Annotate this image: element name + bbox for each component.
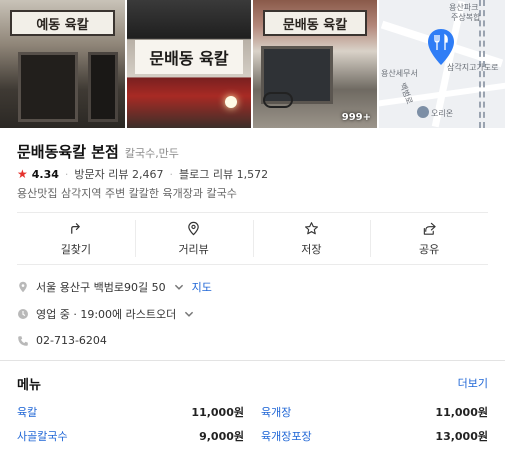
menu-item-name[interactable]: 사골칼국수 bbox=[17, 428, 68, 444]
directions-label: 길찾기 bbox=[60, 242, 92, 256]
separator-dot: · bbox=[169, 167, 174, 181]
phone-icon bbox=[18, 335, 28, 346]
clock-icon bbox=[18, 309, 28, 319]
map-poi-icon bbox=[417, 106, 429, 118]
hours-text: 영업 중 · 19:00에 라스트오더 bbox=[36, 308, 177, 321]
place-category: 칼국수,만두 bbox=[124, 147, 179, 160]
photo-gallery: 예동 육칼 문배동 육칼 문배동 육칼 999+ 용산파크 주상복합 삼각지고가… bbox=[0, 0, 505, 128]
store-door bbox=[88, 52, 118, 122]
menu-item-price: 11,000원 bbox=[435, 406, 488, 419]
storefront-photo-2[interactable]: 문배동 육칼 bbox=[127, 0, 251, 128]
restaurant-map-pin-icon bbox=[428, 29, 454, 65]
place-name: 문배동육칼 본점 bbox=[17, 143, 119, 161]
store-sign: 예동 육칼 bbox=[10, 10, 115, 36]
share-icon bbox=[423, 222, 436, 235]
save-label: 저장 bbox=[301, 242, 322, 256]
menu-item: 육개장포장 13,000원 bbox=[261, 428, 488, 444]
blog-reviews-link[interactable]: 블로그 리뷰 1,572 bbox=[179, 166, 268, 182]
streetview-button[interactable]: 거리뷰 bbox=[134, 213, 253, 264]
map-label: 용산세무서 bbox=[381, 69, 418, 78]
directions-icon bbox=[71, 222, 81, 234]
separator-dot: · bbox=[64, 167, 69, 181]
map-thumbnail[interactable]: 용산파크 주상복합 삼각지고가도로 용산세무서 백범로 오리온 bbox=[379, 0, 505, 128]
share-label: 공유 bbox=[419, 242, 440, 256]
menu-item-name[interactable]: 육칼 bbox=[17, 404, 37, 420]
phone-number[interactable]: 02-713-6204 bbox=[36, 334, 107, 347]
menu-item-price: 13,000원 bbox=[435, 430, 488, 443]
section-divider bbox=[0, 360, 505, 361]
rating-value: 4.34 bbox=[31, 167, 59, 181]
place-description: 용산맛집 삼각지역 주변 칼칼한 육개장과 칼국수 bbox=[17, 187, 237, 200]
divider bbox=[17, 264, 488, 265]
menu-more-link[interactable]: 더보기 bbox=[458, 375, 488, 391]
rating-star-icon: ★ bbox=[17, 167, 28, 181]
menu-item-price: 9,000원 bbox=[199, 430, 244, 443]
menu-item-price: 11,000원 bbox=[191, 406, 244, 419]
phone-row: 02-713-6204 bbox=[17, 334, 107, 347]
save-button[interactable]: 저장 bbox=[252, 213, 371, 264]
storefront-photo-1[interactable]: 예동 육칼 bbox=[0, 0, 125, 128]
directions-button[interactable]: 길찾기 bbox=[17, 213, 135, 264]
lamp bbox=[225, 96, 237, 108]
star-icon bbox=[304, 221, 318, 234]
map-label: 오리온 bbox=[431, 109, 454, 118]
streetview-label: 거리뷰 bbox=[178, 242, 209, 256]
menu-item-name[interactable]: 육개장포장 bbox=[261, 428, 312, 444]
visitor-reviews-link[interactable]: 방문자 리뷰 2,467 bbox=[74, 166, 163, 182]
share-button[interactable]: 공유 bbox=[370, 213, 488, 264]
photo-count-badge: 999+ bbox=[341, 112, 371, 123]
place-header: 문배동육칼 본점 칼국수,만두 bbox=[17, 141, 179, 162]
map-label: 주상복합 bbox=[451, 13, 481, 22]
menu-item: 육개장 11,000원 bbox=[261, 404, 488, 420]
chevron-down-icon[interactable] bbox=[173, 281, 185, 293]
streetview-icon bbox=[188, 221, 199, 235]
storefront-photo-3[interactable]: 문배동 육칼 999+ bbox=[253, 0, 377, 128]
map-link[interactable]: 지도 bbox=[192, 279, 212, 295]
store-door bbox=[18, 52, 78, 122]
menu-item: 사골칼국수 9,000원 bbox=[17, 428, 244, 444]
store-sign: 문배동 육칼 bbox=[263, 10, 367, 36]
chevron-down-icon[interactable] bbox=[183, 308, 195, 320]
menu-item-name[interactable]: 육개장 bbox=[261, 404, 291, 420]
location-pin-icon bbox=[19, 281, 27, 293]
hours-row: 영업 중 · 19:00에 라스트오더 bbox=[17, 306, 195, 322]
stats-row: ★ 4.34 · 방문자 리뷰 2,467 · 블로그 리뷰 1,572 bbox=[17, 166, 268, 182]
address-row: 서울 용산구 백범로90길 50 지도 bbox=[17, 279, 212, 295]
menu-item: 육칼 11,000원 bbox=[17, 404, 244, 420]
menu-section-title: 메뉴 bbox=[17, 378, 41, 393]
address-text: 서울 용산구 백범로90길 50 bbox=[36, 281, 166, 294]
store-sign: 문배동 육칼 bbox=[135, 40, 243, 74]
bicycle bbox=[263, 92, 293, 108]
action-bar: 길찾기 거리뷰 저장 공유 bbox=[17, 213, 488, 264]
